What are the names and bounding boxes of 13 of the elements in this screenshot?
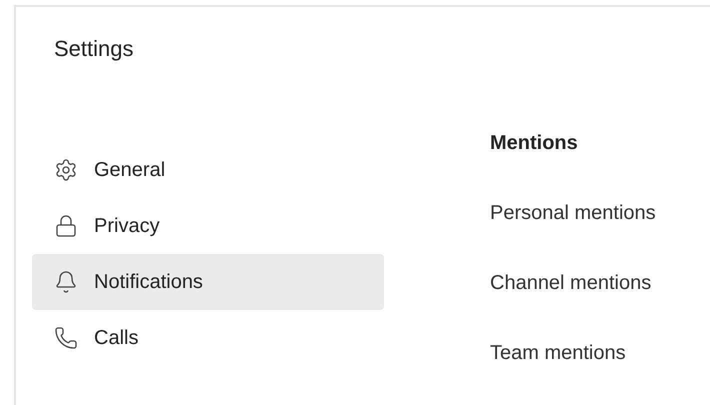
setting-label: Personal mentions xyxy=(490,201,656,225)
sidebar-item[interactable]: Calls xyxy=(32,310,384,366)
section-heading: Mentions xyxy=(490,131,578,155)
gear-icon xyxy=(54,158,78,182)
settings-title: Settings xyxy=(54,35,134,63)
sidebar-item[interactable]: Privacy xyxy=(32,198,384,254)
phone-icon xyxy=(54,326,78,350)
sidebar-item[interactable]: General xyxy=(32,142,384,198)
lock-icon xyxy=(54,214,78,238)
bell-icon xyxy=(54,270,78,294)
setting-label: Team mentions xyxy=(490,341,626,365)
sidebar-item[interactable]: Notifications xyxy=(32,254,384,310)
setting-label: Channel mentions xyxy=(490,271,652,295)
